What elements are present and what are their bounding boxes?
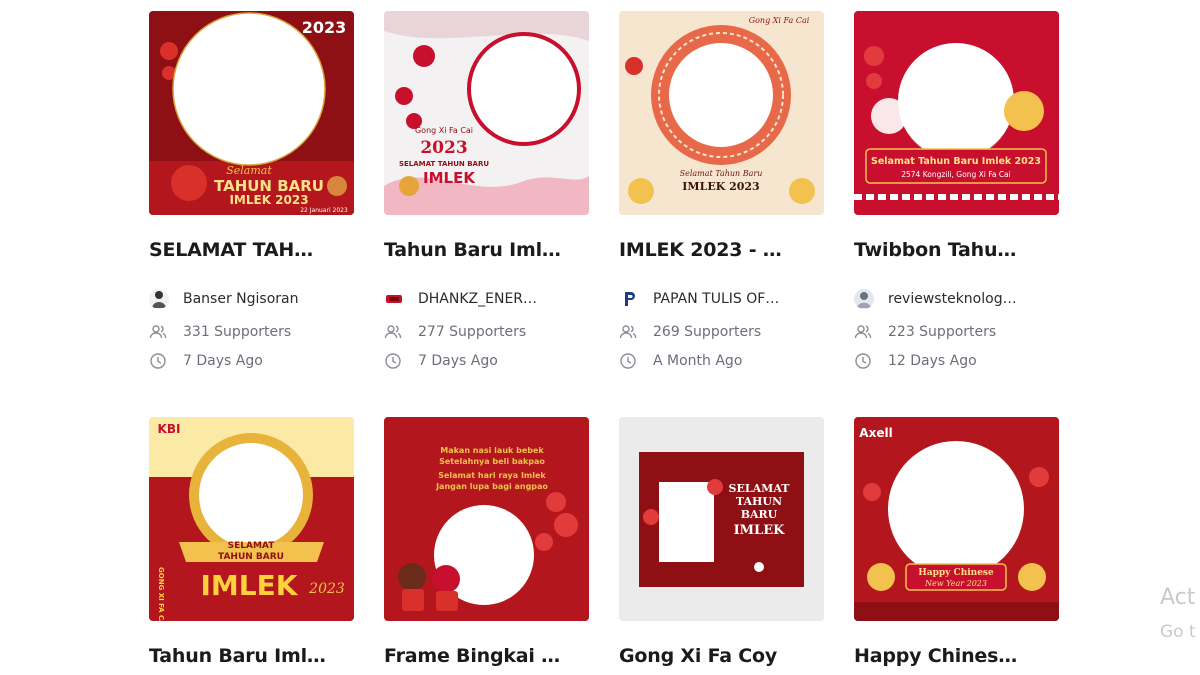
card-author[interactable]: DHANKZ_ENER… [384,289,589,309]
author-name: PAPAN TULIS OF… [653,291,780,307]
activation-watermark-line1: Act [1160,585,1196,610]
card-title[interactable]: Tahun Baru Iml… [149,645,354,667]
card-title[interactable]: Frame Bingkai … [384,645,589,667]
frame-image: Axell Happy Chinese New Year 2023 [854,417,1059,621]
svg-text:2023: 2023 [420,138,467,158]
author-name: reviewsteknolog… [888,291,1017,307]
svg-text:Gong Xi Fa Cai: Gong Xi Fa Cai [749,16,810,25]
clock-icon [619,352,637,370]
card-time: 7 Days Ago [149,351,354,371]
svg-text:Happy Chinese: Happy Chinese [918,568,994,578]
card-supporters: 277 Supporters [384,322,589,342]
svg-text:New Year 2023: New Year 2023 [924,579,987,588]
card-title[interactable]: Happy Chines… [854,645,1059,667]
time-ago: A Month Ago [653,353,743,369]
supporters-count: 269 Supporters [653,324,762,340]
card-title[interactable]: SELAMAT TAH… [149,239,354,261]
supporters-count: 223 Supporters [888,324,997,340]
card-title[interactable]: IMLEK 2023 - … [619,239,824,261]
users-icon [619,323,637,341]
clock-icon [149,352,167,370]
users-icon [149,323,167,341]
svg-text:TAHUN BARU: TAHUN BARU [218,552,284,562]
svg-text:IMLEK 2023: IMLEK 2023 [682,180,759,193]
avatar [854,289,874,309]
svg-text:22 Januari 2023: 22 Januari 2023 [300,207,348,214]
svg-text:Setelahnya beli bakpao: Setelahnya beli bakpao [439,457,545,466]
svg-text:Axell: Axell [859,426,892,440]
svg-text:IMLEK: IMLEK [734,523,786,538]
card-supporters: 331 Supporters [149,322,354,342]
author-name: DHANKZ_ENER… [418,291,538,307]
frame-image: SELAMAT TAHUN BARU IMLEK [619,417,824,621]
card-thumbnail[interactable]: Gong Xi Fa Cai Selamat Tahun Baru IMLEK … [619,11,824,215]
card-thumbnail[interactable]: SELAMAT TAHUN BARU IMLEK [619,417,824,621]
frame-image: KBI SELAMAT TAHUN BARU IMLEK 2023 GONG X… [149,417,354,621]
svg-text:IMLEK: IMLEK [423,169,476,187]
svg-text:Gong Xi Fa Cai: Gong Xi Fa Cai [415,126,473,135]
avatar [149,289,169,309]
supporters-count: 277 Supporters [418,324,527,340]
svg-text:2023: 2023 [302,18,347,37]
card-time: 12 Days Ago [854,351,1059,371]
svg-text:Selamat hari raya Imlek: Selamat hari raya Imlek [438,471,546,480]
frame-image: Gong Xi Fa Cai 2023 SELAMAT TAHUN BARU I… [384,11,589,215]
card-author[interactable]: reviewsteknolog… [854,289,1059,309]
frame-image: Gong Xi Fa Cai Selamat Tahun Baru IMLEK … [619,11,824,215]
clock-icon [384,352,402,370]
card-thumbnail[interactable]: Axell Happy Chinese New Year 2023 [854,417,1059,621]
supporters-count: 331 Supporters [183,324,292,340]
card-thumbnail[interactable]: Makan nasi lauk bebek Setelahnya beli ba… [384,417,589,621]
svg-text:KBI: KBI [158,422,181,436]
clock-icon [854,352,872,370]
users-icon [384,323,402,341]
svg-text:Selamat: Selamat [226,164,272,177]
svg-text:Selamat Tahun Baru: Selamat Tahun Baru [680,169,763,178]
users-icon [854,323,872,341]
frame-image: Makan nasi lauk bebek Setelahnya beli ba… [384,417,589,621]
svg-text:TAHUN: TAHUN [736,495,782,508]
card-thumbnail[interactable]: Selamat Tahun Baru Imlek 2023 2574 Kongz… [854,11,1059,215]
time-ago: 12 Days Ago [888,353,977,369]
card-title[interactable]: Gong Xi Fa Coy [619,645,824,667]
card-thumbnail[interactable]: 2023 Selamat TAHUN BARU IMLEK 2023 22 Ja… [149,11,354,215]
svg-text:SELAMAT: SELAMAT [729,482,791,495]
svg-text:Jangan lupa bagi angpao: Jangan lupa bagi angpao [435,482,548,491]
svg-text:IMLEK: IMLEK [201,569,299,602]
svg-text:Selamat Tahun Baru Imlek 2023: Selamat Tahun Baru Imlek 2023 [871,156,1041,167]
avatar [384,289,404,309]
card-title[interactable]: Tahun Baru Iml… [384,239,589,261]
card-time: 7 Days Ago [384,351,589,371]
svg-text:Makan nasi lauk bebek: Makan nasi lauk bebek [440,446,544,455]
activation-watermark-line2: Go t [1160,622,1196,642]
avatar [619,289,639,309]
card-author[interactable]: PAPAN TULIS OF… [619,289,824,309]
svg-text:2023: 2023 [308,581,345,597]
card-thumbnail[interactable]: KBI SELAMAT TAHUN BARU IMLEK 2023 GONG X… [149,417,354,621]
time-ago: 7 Days Ago [183,353,263,369]
card-title[interactable]: Twibbon Tahu… [854,239,1059,261]
svg-text:SELAMAT TAHUN BARU: SELAMAT TAHUN BARU [399,160,489,168]
time-ago: 7 Days Ago [418,353,498,369]
frame-image: 2023 Selamat TAHUN BARU IMLEK 2023 22 Ja… [149,11,354,215]
card-supporters: 223 Supporters [854,322,1059,342]
card-author[interactable]: Banser Ngisoran [149,289,354,309]
svg-text:BARU: BARU [741,508,778,521]
svg-text:IMLEK 2023: IMLEK 2023 [229,193,308,207]
card-supporters: 269 Supporters [619,322,824,342]
author-name: Banser Ngisoran [183,291,299,307]
svg-text:GONG XI FA CAI: GONG XI FA CAI [157,567,165,621]
card-time: A Month Ago [619,351,824,371]
svg-text:2574 Kongzili, Gong Xi Fa Cai: 2574 Kongzili, Gong Xi Fa Cai [901,170,1011,179]
svg-text:SELAMAT: SELAMAT [228,541,276,551]
card-thumbnail[interactable]: Gong Xi Fa Cai 2023 SELAMAT TAHUN BARU I… [384,11,589,215]
frame-image: Selamat Tahun Baru Imlek 2023 2574 Kongz… [854,11,1059,215]
